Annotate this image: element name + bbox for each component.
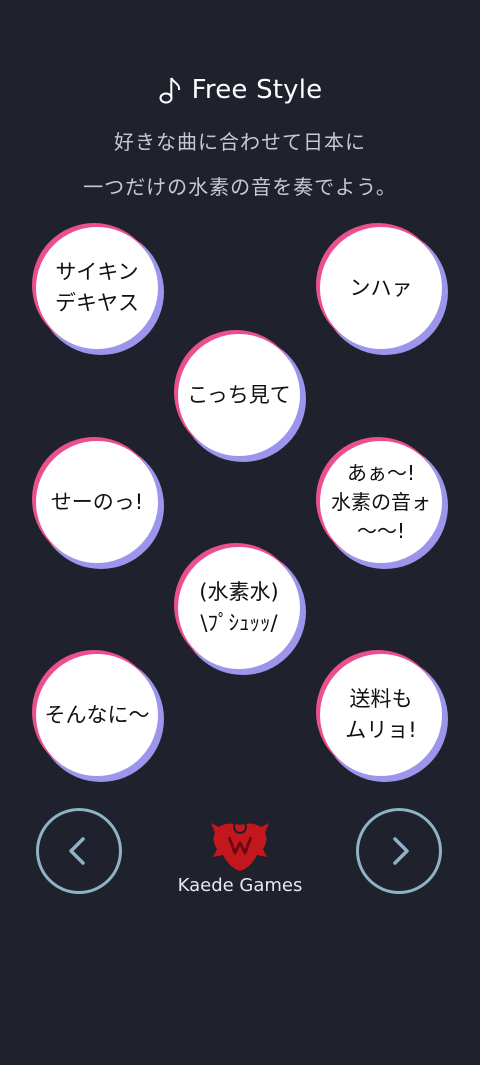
sound-button-label: あぁ〜! 水素の音ォ 〜〜! (331, 460, 431, 543)
sound-button-label: せーのっ! (50, 489, 144, 514)
subtitle-line-1: 好きな曲に合わせて日本に (114, 130, 366, 154)
sound-button-souryou-mo-muryo[interactable]: 送料も ムリョ! (316, 650, 448, 782)
kaede-games-logo-icon (211, 820, 269, 871)
sound-button-label: こっち見て (187, 382, 291, 407)
sound-button-sonnani[interactable]: そんなに〜 (32, 650, 164, 782)
sound-button-seenotto[interactable]: せーのっ! (32, 437, 164, 569)
sound-button-suisosui[interactable]: (水素水) \ﾌﾟｼｭｯｯ/ (174, 543, 306, 675)
sound-button-suiso-no-oto[interactable]: あぁ〜! 水素の音ォ 〜〜! (316, 437, 448, 569)
sound-button-label: そんなに〜 (44, 702, 150, 727)
sound-button-label: サイキン デキヤス (55, 260, 139, 315)
music-note-icon (159, 77, 180, 104)
chevron-right-icon (393, 837, 409, 865)
brand-name: Kaede Games (177, 875, 303, 896)
sound-button-label: 送料も ムリョ! (345, 687, 417, 742)
page-title: Free Style (191, 75, 323, 105)
chevron-left-icon (69, 837, 85, 865)
sound-button-kocchi-mite[interactable]: こっち見て (174, 330, 306, 462)
subtitle-line-2: 一つだけの水素の音を奏でよう。 (83, 175, 397, 199)
header: Free Style (0, 70, 480, 110)
sound-button-label: ンハァ (349, 275, 413, 300)
sound-button-nhaa[interactable]: ンハァ (316, 223, 448, 355)
sound-button-label: (水素水) \ﾌﾟｼｭｯｯ/ (199, 580, 279, 635)
sound-button-saikin-dekiyasu[interactable]: サイキン デキヤス (32, 223, 164, 355)
